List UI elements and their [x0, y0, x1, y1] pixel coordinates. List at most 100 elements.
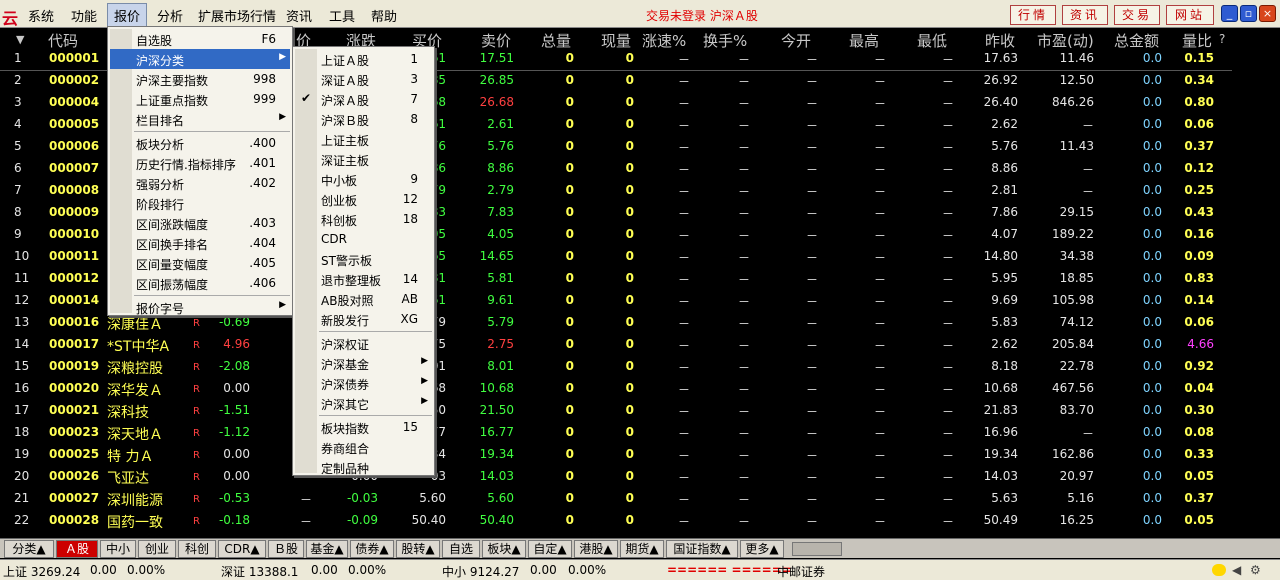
table-row[interactable]: 20000026飞亚达R0.00030.00－14.0300－－－－－14.03…	[0, 466, 1232, 488]
menu-item[interactable]: 退市整理板14	[295, 269, 432, 289]
minimize-icon[interactable]: _	[1221, 5, 1238, 22]
market-tab[interactable]: Ａ股	[56, 540, 98, 558]
menu-item[interactable]: 沪深其它▶	[295, 393, 432, 413]
market-tab[interactable]: 更多▲	[740, 540, 784, 558]
table-row[interactable]: 16000020深华发ＡR0.006810.6800－－－－－10.68467.…	[0, 378, 1232, 400]
menu-system[interactable]: 系统	[28, 6, 54, 25]
table-row[interactable]: 21000027深圳能源R-0.53-0.035.60－5.6000－－－－－5…	[0, 488, 1232, 510]
menu-item[interactable]: 深证Ａ股3	[295, 69, 432, 89]
trade-button[interactable]: 交易	[1114, 5, 1160, 25]
menu-item[interactable]: 报价字号▶	[110, 297, 290, 317]
close-icon[interactable]: ×	[1259, 5, 1276, 22]
empty-value: －	[806, 359, 818, 376]
table-row[interactable]: 15000019深粮控股R-2.08018.0100－－－－－8.1822.78…	[0, 356, 1232, 378]
speaker-icon[interactable]: ◀	[1232, 563, 1241, 577]
table-row[interactable]: 14000017*ST中华AR4.96752.7500－－－－－2.62205.…	[0, 334, 1232, 356]
empty-value: －	[806, 403, 818, 420]
menu-item[interactable]: 阶段排行	[110, 193, 290, 213]
menu-item[interactable]: 沪深Ａ股7✔	[295, 89, 432, 109]
menu-item[interactable]: 创业板12	[295, 189, 432, 209]
menu-item[interactable]: 沪深权证	[295, 333, 432, 353]
menu-item[interactable]: 中小板9	[295, 169, 432, 189]
menu-item[interactable]: 历史行情.指标排序.401	[110, 153, 290, 173]
menu-item[interactable]: 上证Ａ股1	[295, 49, 432, 69]
menu-item[interactable]: 自选股F6	[110, 29, 290, 49]
menu-item[interactable]: 板块指数15	[295, 417, 432, 437]
table-row[interactable]: 17000021深科技R-1.515021.5000－－－－－21.8383.7…	[0, 400, 1232, 422]
menu-analysis[interactable]: 分析	[157, 6, 183, 25]
gear-icon[interactable]: ⚙	[1250, 563, 1261, 577]
stock-code: 000012	[49, 271, 99, 285]
restore-icon[interactable]: ▫	[1240, 5, 1257, 22]
market-tab[interactable]: CDR▲	[218, 540, 266, 558]
market-tab[interactable]: 期货▲	[620, 540, 664, 558]
total-volume: 0	[566, 293, 574, 307]
menu-item[interactable]: 沪深债券▶	[295, 373, 432, 393]
market-tab[interactable]: 基金▲	[306, 540, 348, 558]
total-volume: 0	[566, 51, 574, 65]
menu-item[interactable]: CDR	[295, 229, 432, 249]
table-row[interactable]: 22000028国药一致R-0.18-0.0950.40－50.4000－－－－…	[0, 510, 1232, 532]
zx-index[interactable]: 中小 9124.27	[442, 563, 519, 580]
table-row[interactable]: 19000025特 力ＡR0.0034－19.3400－－－－－19.34162…	[0, 444, 1232, 466]
menu-extended-market[interactable]: 扩展市场行情	[198, 6, 276, 25]
market-tab[interactable]: 中小	[100, 540, 136, 558]
menu-item[interactable]: 定制品种	[295, 457, 432, 477]
menu-help[interactable]: 帮助	[371, 6, 397, 25]
menu-item[interactable]: 沪深Ｂ股8	[295, 109, 432, 129]
quote-button[interactable]: 行情	[1010, 5, 1056, 25]
help-icon[interactable]: ?	[1219, 32, 1225, 46]
market-tab[interactable]: 自选	[442, 540, 480, 558]
news-button[interactable]: 资讯	[1062, 5, 1108, 25]
market-tab[interactable]: 科创	[178, 540, 216, 558]
ask-price: 4.05	[487, 227, 514, 241]
menu-item[interactable]: AB股对照AB	[295, 289, 432, 309]
sort-arrow-icon[interactable]: ▼	[16, 33, 24, 46]
market-tab[interactable]: 债券▲	[350, 540, 394, 558]
menu-function[interactable]: 功能	[71, 6, 97, 25]
status-smile-icon[interactable]	[1212, 564, 1226, 576]
table-row[interactable]: 18000023深天地ＡR-1.127716.7700－－－－－16.96－0.…	[0, 422, 1232, 444]
pe-ratio: 205.84	[1052, 337, 1094, 351]
empty-value: －	[738, 513, 750, 530]
menu-item[interactable]: 沪深基金▶	[295, 353, 432, 373]
market-tab[interactable]: 分类▲	[4, 540, 54, 558]
current-volume: 0	[626, 469, 634, 483]
menu-item[interactable]: 板块分析.400	[110, 133, 290, 153]
market-tab[interactable]: 国证指数▲	[666, 540, 738, 558]
menu-item[interactable]: 区间涨跌幅度.403	[110, 213, 290, 233]
website-button[interactable]: 网站	[1166, 5, 1214, 25]
stock-code: 000006	[49, 139, 99, 153]
menu-item[interactable]: ST警示板	[295, 249, 432, 269]
menu-tools[interactable]: 工具	[329, 6, 355, 25]
market-tab[interactable]: 自定▲	[528, 540, 572, 558]
stock-name: 深华发Ａ	[107, 380, 163, 400]
menu-item[interactable]: 上证主板	[295, 129, 432, 149]
menu-quote[interactable]: 报价	[107, 3, 147, 28]
menu-item[interactable]: 区间振荡幅度.406	[110, 273, 290, 293]
menu-item[interactable]: 强弱分析.402	[110, 173, 290, 193]
market-tab[interactable]: 股转▲	[396, 540, 440, 558]
menu-item[interactable]: 新股发行XG	[295, 309, 432, 329]
market-tab[interactable]: Ｂ股	[268, 540, 304, 558]
menu-item[interactable]: 区间换手排名.404	[110, 233, 290, 253]
menu-news[interactable]: 资讯	[286, 6, 312, 25]
menu-item[interactable]: 沪深主要指数998	[110, 69, 290, 89]
menu-item[interactable]: 上证重点指数999	[110, 89, 290, 109]
empty-value: －	[874, 359, 886, 376]
menu-item[interactable]: 栏目排名▶	[110, 109, 290, 129]
market-tab[interactable]: 板块▲	[482, 540, 526, 558]
menu-item[interactable]: 科创板18	[295, 209, 432, 229]
market-tab[interactable]: 创业	[138, 540, 176, 558]
menu-item[interactable]: 券商组合	[295, 437, 432, 457]
prev-close: 5.76	[991, 139, 1018, 153]
market-tab[interactable]: 港股▲	[574, 540, 618, 558]
sh-index[interactable]: 上证 3269.24	[3, 563, 80, 580]
menu-item[interactable]: 沪深分类▶	[110, 49, 290, 69]
menu-item[interactable]: 区间量变幅度.405	[110, 253, 290, 273]
tab-scrollbar[interactable]	[792, 542, 842, 556]
sz-index[interactable]: 深证 13388.1	[221, 563, 298, 580]
menu-item[interactable]: 深证主板	[295, 149, 432, 169]
volume-ratio: 0.92	[1184, 359, 1214, 373]
stock-code: 000017	[49, 337, 99, 351]
